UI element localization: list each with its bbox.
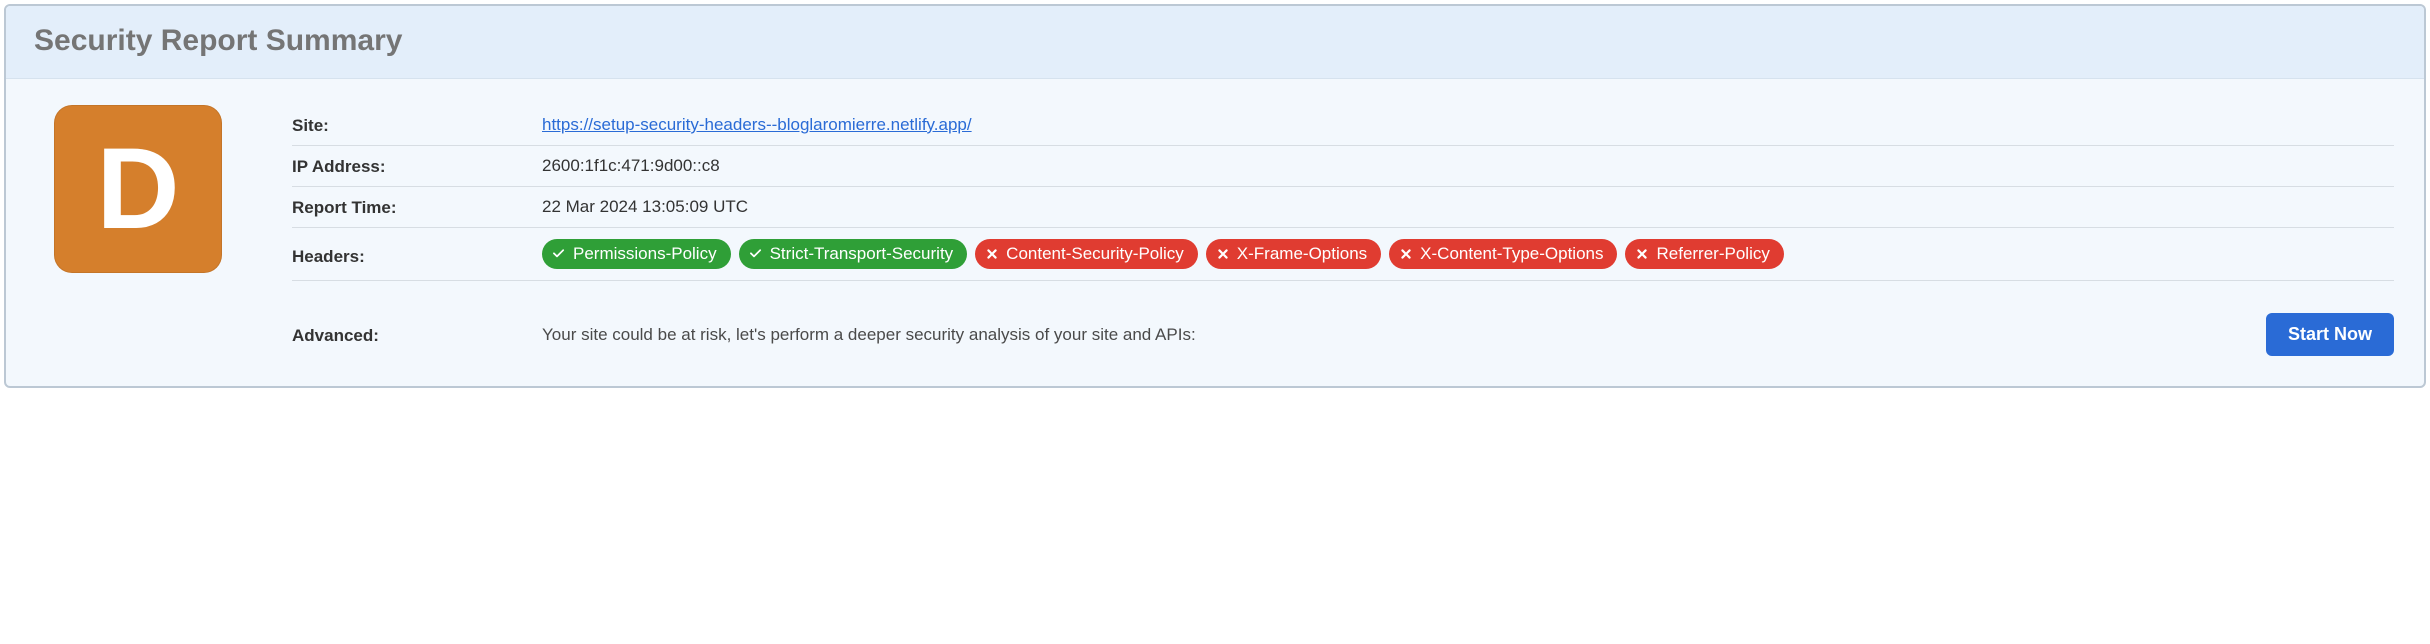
- panel-header: Security Report Summary: [6, 6, 2424, 79]
- header-pill: Permissions-Policy: [542, 239, 731, 269]
- label-site: Site:: [292, 114, 522, 136]
- start-now-button[interactable]: Start Now: [2266, 313, 2394, 356]
- security-report-panel: Security Report Summary D Site: https://…: [4, 4, 2426, 388]
- label-time: Report Time:: [292, 196, 522, 218]
- header-pill: X-Content-Type-Options: [1389, 239, 1617, 269]
- cross-icon: [1635, 247, 1649, 261]
- check-icon: [749, 247, 763, 261]
- header-pill: Referrer-Policy: [1625, 239, 1783, 269]
- row-site: Site: https://setup-security-headers--bl…: [292, 105, 2394, 146]
- value-ip: 2600:1f1c:471:9d00::c8: [542, 156, 2394, 176]
- panel-title: Security Report Summary: [34, 24, 2396, 58]
- header-pill: X-Frame-Options: [1206, 239, 1381, 269]
- site-link[interactable]: https://setup-security-headers--bloglaro…: [542, 115, 972, 134]
- header-pill-label: Referrer-Policy: [1656, 243, 1769, 265]
- header-pill-label: Content-Security-Policy: [1006, 243, 1184, 265]
- label-advanced: Advanced:: [292, 324, 522, 346]
- header-pill: Content-Security-Policy: [975, 239, 1198, 269]
- cross-icon: [1399, 247, 1413, 261]
- headers-pill-container: Permissions-Policy Strict-Transport-Secur…: [542, 239, 2394, 269]
- header-pill-label: Strict-Transport-Security: [770, 243, 954, 265]
- grade-letter: D: [96, 132, 179, 247]
- advanced-text: Your site could be at risk, let's perfor…: [542, 325, 2246, 345]
- row-ip: IP Address: 2600:1f1c:471:9d00::c8: [292, 146, 2394, 187]
- value-time: 22 Mar 2024 13:05:09 UTC: [542, 197, 2394, 217]
- header-pill-label: X-Content-Type-Options: [1420, 243, 1603, 265]
- header-pill-label: Permissions-Policy: [573, 243, 717, 265]
- value-site: https://setup-security-headers--bloglaro…: [542, 115, 2394, 135]
- row-time: Report Time: 22 Mar 2024 13:05:09 UTC: [292, 187, 2394, 228]
- details-table: Site: https://setup-security-headers--bl…: [292, 105, 2394, 356]
- check-icon: [552, 247, 566, 261]
- cross-icon: [1216, 247, 1230, 261]
- row-headers: Headers: Permissions-Policy Strict-Transp…: [292, 228, 2394, 281]
- header-pill: Strict-Transport-Security: [739, 239, 968, 269]
- cross-icon: [985, 247, 999, 261]
- header-pill-label: X-Frame-Options: [1237, 243, 1367, 265]
- row-advanced: Advanced: Your site could be at risk, le…: [292, 281, 2394, 356]
- label-ip: IP Address:: [292, 155, 522, 177]
- panel-body: D Site: https://setup-security-headers--…: [6, 79, 2424, 386]
- label-headers: Headers:: [292, 239, 522, 267]
- grade-badge: D: [54, 105, 222, 273]
